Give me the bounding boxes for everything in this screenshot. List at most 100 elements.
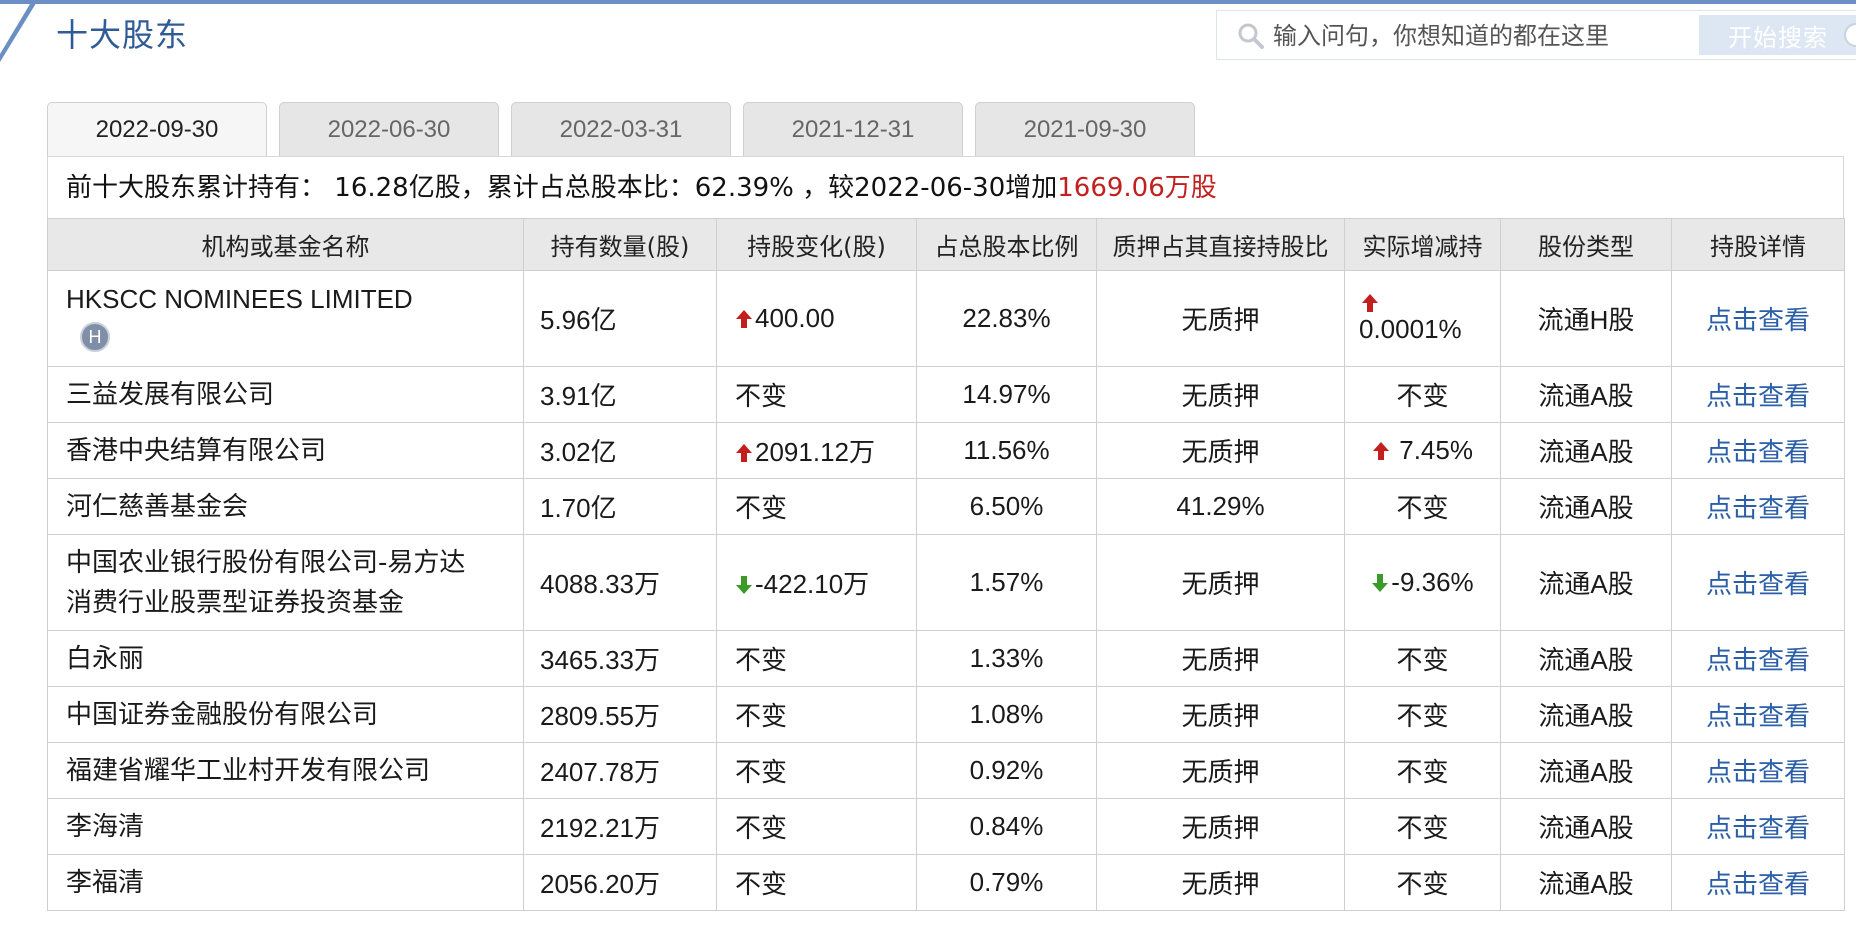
section-header: 十大股东 开始搜索 bbox=[0, 0, 1856, 66]
pledge-cell: 无质押 bbox=[1096, 534, 1345, 631]
shares-cell: 2056.20万 bbox=[523, 854, 717, 911]
holder-name: 香港中央结算有限公司 bbox=[47, 422, 524, 479]
arrow-up-icon bbox=[1373, 442, 1390, 460]
summary-compare-text: ，较2022-06-30增加 bbox=[793, 173, 1058, 203]
search-input[interactable] bbox=[1273, 17, 1693, 55]
table-row: 李福清 2056.20万 不变 0.79% 无质押 不变 流通A股 点击查看 bbox=[47, 854, 1845, 911]
summary-change-value: 1669.06万股 bbox=[1057, 173, 1217, 203]
ratio-cell: 1.33% bbox=[916, 630, 1097, 687]
ratio-cell: 0.84% bbox=[916, 798, 1097, 855]
shares-cell: 2809.55万 bbox=[523, 686, 717, 743]
column-header-shares: 持有数量(股) bbox=[523, 218, 717, 271]
pledge-cell: 无质押 bbox=[1096, 798, 1345, 855]
tab-2022-06-30[interactable]: 2022-06-30 bbox=[279, 102, 499, 157]
actual-change-cell: 不变 bbox=[1344, 366, 1501, 423]
arrow-up-icon bbox=[1362, 293, 1378, 312]
column-header-name: 机构或基金名称 bbox=[47, 218, 524, 271]
share-type-cell: 流通A股 bbox=[1500, 478, 1672, 535]
search-box: 开始搜索 bbox=[1216, 10, 1856, 60]
view-detail-link[interactable]: 点击查看 bbox=[1671, 630, 1845, 687]
column-header-ratio: 占总股本比例 bbox=[916, 218, 1097, 271]
header-corner-inner bbox=[0, 4, 30, 54]
tab-2021-09-30[interactable]: 2021-09-30 bbox=[975, 102, 1195, 157]
arrow-down-icon bbox=[736, 576, 752, 594]
arrow-up-icon bbox=[736, 310, 752, 328]
shares-cell: 2407.78万 bbox=[523, 742, 717, 799]
holder-name: HKSCC NOMINEES LIMITED bbox=[66, 283, 413, 314]
ratio-cell: 1.57% bbox=[916, 534, 1097, 631]
holder-name: 福建省耀华工业村开发有限公司 bbox=[47, 742, 524, 799]
arrow-up-icon bbox=[736, 444, 752, 462]
actual-change-cell: 不变 bbox=[1344, 854, 1501, 911]
view-detail-link[interactable]: 点击查看 bbox=[1671, 854, 1845, 911]
change-cell: 不变 bbox=[716, 478, 917, 535]
table-header-row: 机构或基金名称 持有数量(股) 持股变化(股) 占总股本比例 质押占其直接持股比… bbox=[47, 218, 1845, 271]
actual-change-cell: 不变 bbox=[1344, 478, 1501, 535]
summary-ratio-value: 62.39% bbox=[694, 173, 794, 203]
ratio-cell: 14.97% bbox=[916, 366, 1097, 423]
ratio-cell: 22.83% bbox=[916, 270, 1097, 367]
h-share-badge-icon: H bbox=[80, 321, 110, 352]
view-detail-link[interactable]: 点击查看 bbox=[1671, 534, 1845, 631]
actual-change-value: 7.45% bbox=[1399, 435, 1473, 465]
summary-ratio-label: 累计占总股本比： bbox=[486, 173, 695, 203]
actual-change-value: 0.0001% bbox=[1359, 313, 1462, 344]
change-cell: 2091.12万 bbox=[716, 422, 917, 479]
pledge-cell: 无质押 bbox=[1096, 630, 1345, 687]
view-detail-link[interactable]: 点击查看 bbox=[1671, 798, 1845, 855]
tab-2022-03-31[interactable]: 2022-03-31 bbox=[511, 102, 731, 157]
shares-cell: 5.96亿 bbox=[523, 270, 717, 367]
share-type-cell: 流通A股 bbox=[1500, 854, 1672, 911]
tab-2021-12-31[interactable]: 2021-12-31 bbox=[743, 102, 963, 157]
view-detail-link[interactable]: 点击查看 bbox=[1671, 478, 1845, 535]
share-type-cell: 流通A股 bbox=[1500, 630, 1672, 687]
holder-name-line2: 消费行业股票型证券投资基金 bbox=[66, 587, 405, 618]
shares-cell: 1.70亿 bbox=[523, 478, 717, 535]
search-button[interactable]: 开始搜索 bbox=[1699, 15, 1856, 55]
search-icon bbox=[1238, 23, 1264, 49]
table-row: 福建省耀华工业村开发有限公司 2407.78万 不变 0.92% 无质押 不变 … bbox=[47, 742, 1845, 799]
ratio-cell: 11.56% bbox=[916, 422, 1097, 479]
ratio-cell: 6.50% bbox=[916, 478, 1097, 535]
change-cell: 不变 bbox=[716, 798, 917, 855]
table-row: 中国证券金融股份有限公司 2809.55万 不变 1.08% 无质押 不变 流通… bbox=[47, 686, 1845, 743]
ratio-cell: 1.08% bbox=[916, 686, 1097, 743]
ratio-cell: 0.79% bbox=[916, 854, 1097, 911]
section-title: 十大股东 bbox=[56, 16, 189, 54]
actual-change-cell: 7.45% bbox=[1344, 422, 1501, 479]
table-row: 三益发展有限公司 3.91亿 不变 14.97% 无质押 不变 流通A股 点击查… bbox=[47, 366, 1845, 423]
shares-cell: 3.91亿 bbox=[523, 366, 717, 423]
actual-change-cell: 0.0001% bbox=[1344, 270, 1501, 367]
column-header-pledge: 质押占其直接持股比 bbox=[1096, 218, 1345, 271]
shares-cell: 2192.21万 bbox=[523, 798, 717, 855]
change-cell: 不变 bbox=[716, 630, 917, 687]
table-row: 中国农业银行股份有限公司-易方达 消费行业股票型证券投资基金 4088.33万 … bbox=[47, 534, 1845, 631]
actual-change-cell: -9.36% bbox=[1344, 534, 1501, 631]
table-row: 白永丽 3465.33万 不变 1.33% 无质押 不变 流通A股 点击查看 bbox=[47, 630, 1845, 687]
pledge-cell: 41.29% bbox=[1096, 478, 1345, 535]
view-detail-link[interactable]: 点击查看 bbox=[1671, 366, 1845, 423]
column-header-change: 持股变化(股) bbox=[716, 218, 917, 271]
tab-2022-09-30[interactable]: 2022-09-30 bbox=[47, 102, 267, 158]
header-top-rule bbox=[0, 0, 1856, 4]
view-detail-link[interactable]: 点击查看 bbox=[1671, 742, 1845, 799]
share-type-cell: 流通A股 bbox=[1500, 798, 1672, 855]
shares-cell: 3465.33万 bbox=[523, 630, 717, 687]
view-detail-link[interactable]: 点击查看 bbox=[1671, 422, 1845, 479]
change-cell: -422.10万 bbox=[716, 534, 917, 631]
holder-name: 白永丽 bbox=[47, 630, 524, 687]
pledge-cell: 无质押 bbox=[1096, 686, 1345, 743]
column-header-detail: 持股详情 bbox=[1671, 218, 1845, 271]
table-row: 李海清 2192.21万 不变 0.84% 无质押 不变 流通A股 点击查看 bbox=[47, 798, 1845, 855]
top-holders-table: 机构或基金名称 持有数量(股) 持股变化(股) 占总股本比例 质押占其直接持股比… bbox=[47, 218, 1845, 911]
summary-total-shares: 16.28亿股， bbox=[326, 173, 487, 203]
view-detail-link[interactable]: 点击查看 bbox=[1671, 270, 1845, 367]
actual-change-value: -9.36% bbox=[1391, 567, 1474, 597]
holder-name: 三益发展有限公司 bbox=[47, 366, 524, 423]
view-detail-link[interactable]: 点击查看 bbox=[1671, 686, 1845, 743]
share-type-cell: 流通H股 bbox=[1500, 270, 1672, 367]
pledge-cell: 无质押 bbox=[1096, 366, 1345, 423]
ratio-cell: 0.92% bbox=[916, 742, 1097, 799]
holders-panel: 前十大股东累计持有： 16.28亿股，累计占总股本比：62.39% ，较2022… bbox=[47, 156, 1845, 916]
holder-name: 李海清 bbox=[47, 798, 524, 855]
